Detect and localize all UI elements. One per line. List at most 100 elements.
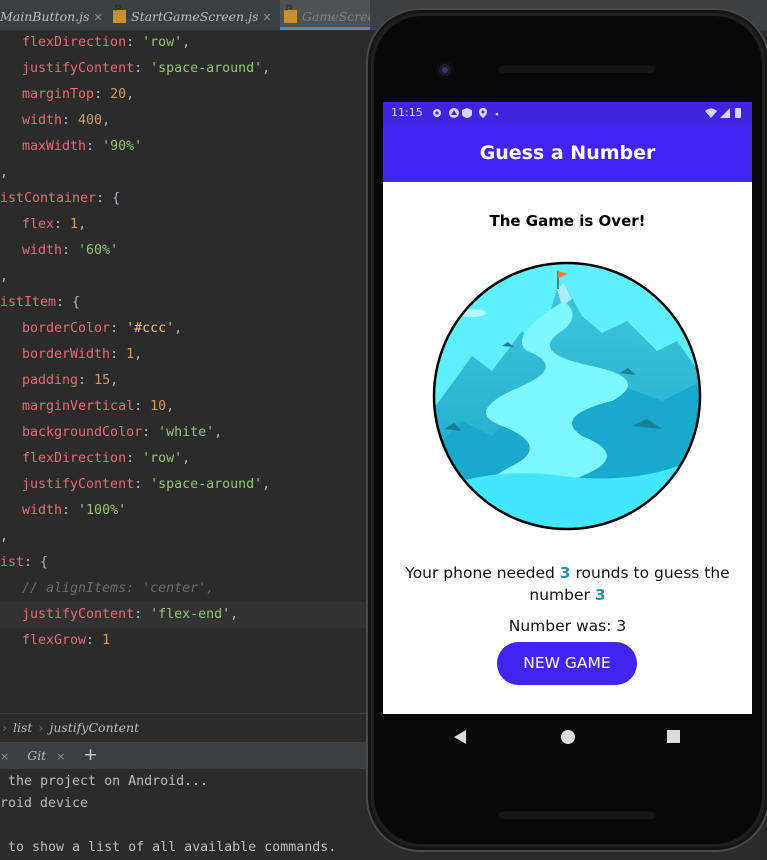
code-token: : [134, 477, 151, 492]
code-token: , [174, 321, 183, 336]
code-token: justifyContent [22, 607, 135, 622]
code-token: , [78, 217, 87, 232]
code-token: flex [22, 217, 55, 232]
close-icon[interactable]: × [56, 750, 65, 763]
code-token: : [54, 217, 71, 232]
status-signal-icons [705, 108, 741, 118]
code-token: backgroundColor [22, 425, 143, 440]
code-token: : [134, 607, 151, 622]
code-token: marginTop [22, 87, 95, 102]
code-token: 1 [70, 217, 79, 232]
add-tab-icon[interactable]: + [83, 745, 97, 765]
code-token: 400 [78, 113, 103, 128]
app-header: Guess a Number [383, 124, 752, 182]
android-nav-bar [383, 714, 752, 760]
code-token: flexDirection [22, 451, 127, 466]
code-token: width [22, 243, 63, 258]
app-title: Guess a Number [479, 142, 656, 164]
code-token: '90%' [102, 139, 143, 154]
code-token: 10 [150, 399, 167, 414]
front-camera-icon [436, 61, 454, 79]
code-token: : { [24, 555, 49, 570]
code-token: , [182, 451, 191, 466]
code-token: : [78, 373, 95, 388]
tab-label: MainButton.js [0, 9, 90, 24]
home-icon[interactable] [560, 714, 576, 760]
code-token: istItem [0, 295, 57, 310]
code-token: , [182, 35, 191, 50]
code-token: , [110, 373, 119, 388]
code-token: , [166, 399, 175, 414]
code-token: : [62, 113, 79, 128]
code-token: '100%' [78, 503, 127, 518]
status-time: 11:15 [391, 106, 423, 119]
code-token: 'space-around' [150, 61, 263, 76]
code-token: maxWidth [22, 139, 87, 154]
code-token: , [0, 269, 9, 284]
js-file-icon [284, 0, 297, 24]
code-token: , [262, 477, 271, 492]
target-number: 3 [594, 586, 606, 604]
close-icon[interactable]: × [0, 750, 9, 763]
game-over-title: The Game is Over! [489, 212, 646, 230]
status-notification-icons [433, 108, 499, 118]
code-token: , [262, 61, 271, 76]
terminal-line: the project on Android... [0, 774, 209, 789]
code-token: : [134, 399, 151, 414]
code-token: borderWidth [22, 347, 111, 362]
code-token: istContainer [0, 191, 97, 206]
mountain-summit-image [432, 261, 702, 531]
code-token: borderColor [22, 321, 111, 336]
code-token: 'row' [142, 451, 183, 466]
code-token: : [86, 633, 103, 648]
code-token: 'white' [158, 425, 215, 440]
terminal-line: to show a list of all available commands… [0, 840, 337, 855]
result-prefix: Your phone needed [405, 564, 560, 582]
code-token: 1 [126, 347, 135, 362]
tab-startgamescreen[interactable]: StartGameScreen.js✕ [113, 0, 272, 30]
code-token: 'space-around' [150, 477, 263, 492]
code-token: justifyContent [22, 477, 135, 492]
number-was-text: Number was: 3 [508, 617, 627, 635]
close-icon[interactable]: ✕ [93, 11, 102, 24]
phone-screen: 11:15 Guess a Number The Game is Over! Y… [383, 102, 752, 714]
code-token: : { [56, 295, 81, 310]
code-token: : [62, 243, 79, 258]
tab-label: GameScreen [302, 9, 370, 24]
code-token: justifyContent [22, 61, 135, 76]
code-token: , [0, 529, 9, 544]
code-token: : [110, 321, 127, 336]
code-token: , [134, 347, 143, 362]
breadcrumb-item[interactable]: list [13, 720, 32, 735]
tab-gamescreen[interactable]: GameScreen [280, 0, 370, 30]
tab-mainbutton[interactable]: MainButton.js ✕ [0, 0, 103, 30]
code-token: 'flex-end' [150, 607, 231, 622]
code-token: , [230, 607, 239, 622]
code-token: 1 [102, 633, 111, 648]
new-game-button[interactable]: NEW GAME [497, 642, 637, 685]
code-token: 15 [94, 373, 111, 388]
tab-label: StartGameScreen.js [131, 9, 259, 24]
code-token: 'row' [142, 35, 183, 50]
recents-icon[interactable] [666, 714, 682, 760]
code-token: // alignItems: 'center', [22, 581, 215, 596]
code-token: : [94, 87, 111, 102]
breadcrumb-item[interactable]: justifyContent [49, 720, 139, 735]
code-token: padding [22, 373, 79, 388]
code-token: : [142, 425, 159, 440]
code-token: '60%' [78, 243, 119, 258]
code-token: : [126, 35, 143, 50]
close-icon[interactable]: ✕ [262, 11, 271, 24]
rounds-count: 3 [559, 564, 571, 582]
code-token: 20 [110, 87, 127, 102]
code-token: : [126, 451, 143, 466]
code-token: width [22, 113, 63, 128]
terminal-line: roid device [0, 796, 89, 811]
tab-git[interactable]: Git [27, 748, 46, 763]
speaker-grille [498, 64, 656, 73]
js-file-icon [113, 0, 126, 24]
code-token: , [126, 87, 135, 102]
back-icon[interactable] [452, 714, 468, 760]
code-token: : [110, 347, 127, 362]
code-token: marginVertical [22, 399, 135, 414]
